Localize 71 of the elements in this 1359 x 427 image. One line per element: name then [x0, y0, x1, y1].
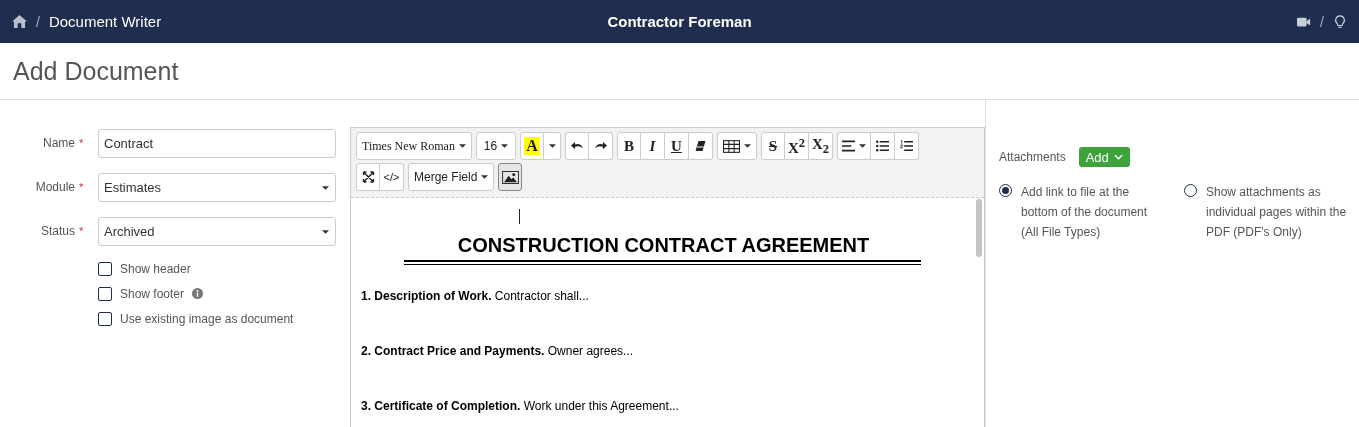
- scrollbar[interactable]: [976, 199, 982, 257]
- lightbulb-icon[interactable]: [1333, 14, 1347, 29]
- required-mark: *: [78, 137, 85, 149]
- home-icon[interactable]: [12, 15, 27, 28]
- app-title: Contractor Foreman: [607, 13, 752, 30]
- caret-icon: [322, 229, 329, 234]
- underline-button[interactable]: U: [665, 132, 689, 160]
- insert-image-button[interactable]: [498, 163, 523, 191]
- merge-field-dropdown[interactable]: Merge Field: [408, 163, 495, 191]
- checkbox-label: Show footer: [120, 286, 185, 301]
- caret-icon: [548, 144, 556, 148]
- font-size-dropdown[interactable]: 16: [476, 132, 516, 160]
- subscript-button[interactable]: X$_{2}$: [809, 132, 833, 160]
- field-label: Module: [34, 180, 75, 194]
- bullet-list-button[interactable]: [871, 132, 895, 160]
- document-paragraph: 2. Contract Price and Payments. Owner agrees...: [361, 344, 635, 358]
- document-paragraph: 1. Description of Work. Contractor shall...: [361, 289, 590, 303]
- select-field[interactable]: Archived: [98, 216, 336, 246]
- bold-button[interactable]: B: [617, 132, 641, 160]
- italic-button[interactable]: I: [641, 132, 665, 160]
- fullscreen-button[interactable]: [356, 163, 380, 191]
- highlight-color-button[interactable]: A: [520, 132, 544, 160]
- chevron-down-icon: [1113, 154, 1123, 160]
- checkbox[interactable]: [98, 286, 112, 301]
- redo-button[interactable]: [589, 132, 613, 160]
- caret-icon: [481, 175, 489, 179]
- caret-icon: [458, 144, 466, 148]
- numbered-list-icon: [900, 140, 913, 152]
- field-label: Status: [39, 224, 75, 238]
- header-separator: /: [1320, 13, 1324, 30]
- required-mark: *: [78, 181, 85, 193]
- radio-label: Show attachments as individual pages within the PDF (PDF's Only): [1206, 184, 1348, 241]
- strikethrough-button[interactable]: S: [761, 132, 785, 160]
- attachments-label: Attachments: [999, 150, 1066, 164]
- align-left-icon: [842, 140, 855, 152]
- superscript-button[interactable]: X$^{2}$: [785, 132, 809, 160]
- breadcrumb-link[interactable]: Document Writer: [48, 13, 162, 30]
- eraser-icon: [694, 140, 707, 152]
- document-title: CONSTRUCTION CONTRACT AGREEMENT: [456, 234, 871, 257]
- checkbox[interactable]: [98, 261, 112, 276]
- checkbox-label: Use existing image as document: [120, 311, 294, 326]
- image-icon: [501, 170, 519, 184]
- table-icon: [723, 139, 740, 153]
- caret-icon: [859, 144, 866, 148]
- page-title: Add Document: [13, 56, 179, 86]
- redo-icon: [594, 140, 607, 152]
- caret-icon: [322, 185, 329, 190]
- font-dropdown[interactable]: Times New Roman: [356, 132, 472, 160]
- undo-icon: [570, 140, 584, 152]
- checkbox-label: Show header: [120, 261, 191, 276]
- breadcrumb-separator: /: [36, 13, 40, 30]
- numbered-list-button[interactable]: [895, 132, 919, 160]
- eraser-button[interactable]: [689, 132, 713, 160]
- radio-label: Add link to file at the bottom of the document (All File Types): [1021, 184, 1149, 241]
- bullet-list-icon: [876, 140, 889, 152]
- field-label: Name: [42, 136, 75, 150]
- table-dropdown[interactable]: [717, 132, 757, 160]
- select-field[interactable]: Estimates: [98, 172, 336, 202]
- document-paragraph: 3. Certificate of Completion. Work under this Agreement...: [361, 399, 680, 413]
- caret-icon: [744, 144, 751, 148]
- text-field[interactable]: Contract: [98, 128, 336, 158]
- undo-button[interactable]: [565, 132, 589, 160]
- expand-icon: [361, 171, 375, 183]
- required-mark: *: [78, 225, 85, 237]
- caret-icon: [501, 144, 509, 148]
- align-dropdown[interactable]: [837, 132, 871, 160]
- info-icon[interactable]: [192, 288, 204, 299]
- color-dropdown[interactable]: [544, 132, 561, 160]
- checkbox[interactable]: [98, 311, 112, 326]
- code-view-button[interactable]: </>: [380, 163, 404, 191]
- text-cursor: [519, 209, 520, 224]
